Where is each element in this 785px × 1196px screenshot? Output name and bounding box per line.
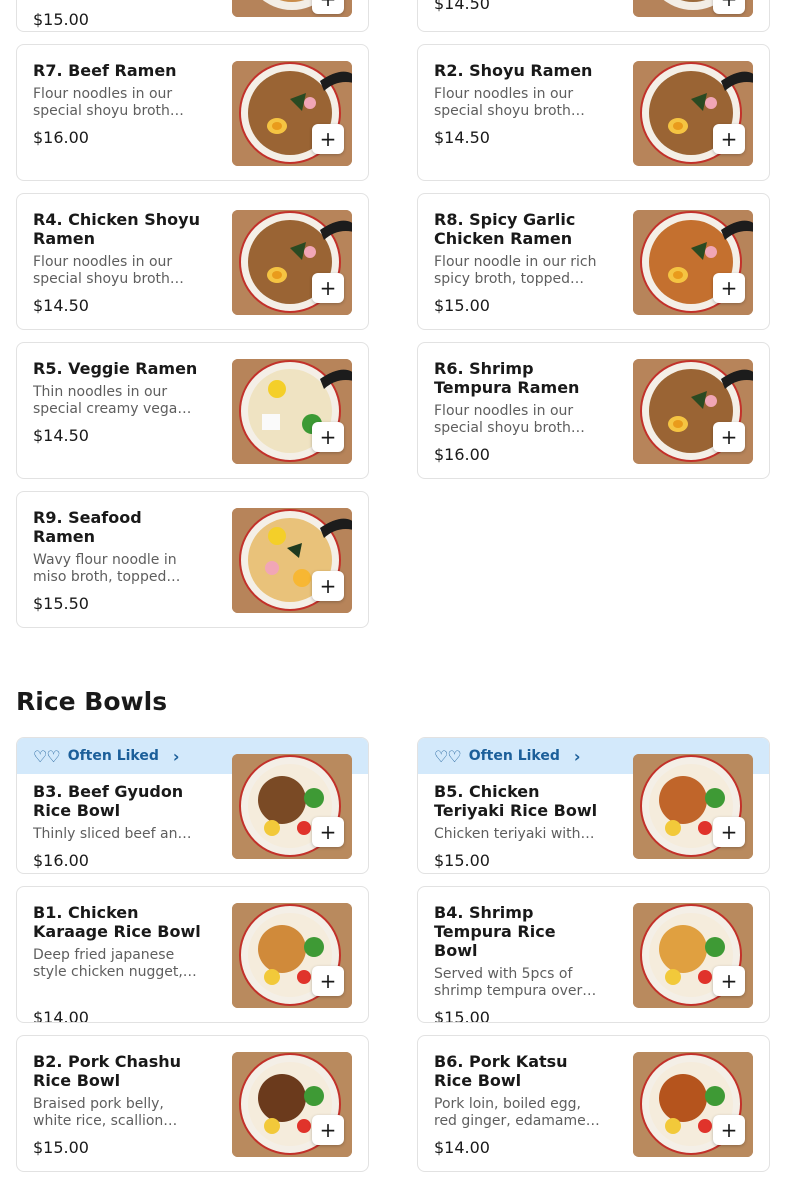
item-description: Wavy flour noodle in miso broth, topped… xyxy=(33,552,181,585)
menu-item-card[interactable]: R5. Veggie Ramen Thin noodles in our spe… xyxy=(16,342,369,479)
add-to-cart-button[interactable]: + xyxy=(312,571,344,601)
menu-item-card[interactable]: B6. Pork Katsu Rice Bowl Pork loin, boil… xyxy=(417,1035,770,1172)
item-description: Flour noodles in our special shoyu broth… xyxy=(33,254,184,287)
item-description: Thin noodles in our special creamy vega… xyxy=(33,384,192,417)
item-price: $16.00 xyxy=(33,128,89,147)
often-liked-label: Often Liked xyxy=(67,748,159,764)
plus-icon: + xyxy=(720,969,738,993)
add-to-cart-button[interactable]: + xyxy=(312,966,344,996)
chevron-right-icon: › xyxy=(573,746,581,766)
add-to-cart-button[interactable]: + xyxy=(312,817,344,847)
item-description: Deep fried japanese style chicken nugget… xyxy=(33,947,197,980)
item-price: $16.00 xyxy=(33,851,89,870)
menu-item-card-partial[interactable]: $14.50 + xyxy=(417,0,770,32)
item-price: $15.00 xyxy=(33,10,89,29)
hearts-icon: ♡♡ xyxy=(434,746,462,766)
chevron-right-icon: › xyxy=(172,746,180,766)
item-title: R6. Shrimp Tempura Ramen xyxy=(434,359,580,397)
item-title: B4. Shrimp Tempura Rice Bowl xyxy=(434,903,556,960)
add-to-cart-button[interactable]: + xyxy=(713,273,745,303)
item-price: $14.50 xyxy=(434,0,490,13)
item-price: $16.00 xyxy=(434,445,490,464)
item-description: Thinly sliced beef an… xyxy=(33,826,192,842)
menu-item-card[interactable]: B4. Shrimp Tempura Rice Bowl Served with… xyxy=(417,886,770,1023)
plus-icon: + xyxy=(720,276,738,300)
plus-icon: + xyxy=(319,425,337,449)
plus-icon: + xyxy=(319,820,337,844)
menu-item-card[interactable]: R4. Chicken Shoyu Ramen Flour noodles in… xyxy=(16,193,369,330)
hearts-icon: ♡♡ xyxy=(33,746,61,766)
item-description: Served with 5pcs of shrimp tempura over… xyxy=(434,966,597,999)
item-description: Braised pork belly, white rice, scallion… xyxy=(33,1096,178,1129)
add-to-cart-button[interactable]: + xyxy=(312,422,344,452)
add-to-cart-button[interactable]: + xyxy=(713,124,745,154)
plus-icon: + xyxy=(720,127,738,151)
plus-icon: + xyxy=(720,425,738,449)
item-price: $14.00 xyxy=(434,1138,490,1157)
item-price: $14.50 xyxy=(33,426,89,445)
item-price: $14.00 xyxy=(33,1008,89,1023)
add-to-cart-button[interactable]: + xyxy=(312,0,344,14)
menu-item-card[interactable]: R6. Shrimp Tempura Ramen Flour noodles i… xyxy=(417,342,770,479)
often-liked-label: Often Liked xyxy=(468,748,560,764)
add-to-cart-button[interactable]: + xyxy=(713,422,745,452)
item-description: Flour noodles in our special shoyu broth… xyxy=(434,86,585,119)
plus-icon: + xyxy=(319,574,337,598)
item-title: B3. Beef Gyudon Rice Bowl xyxy=(33,782,184,820)
add-to-cart-button[interactable]: + xyxy=(312,1115,344,1145)
item-title: R5. Veggie Ramen xyxy=(33,359,198,378)
item-title: R7. Beef Ramen xyxy=(33,61,177,80)
item-title: R4. Chicken Shoyu Ramen xyxy=(33,210,200,248)
menu-item-card[interactable]: R8. Spicy Garlic Chicken Ramen Flour noo… xyxy=(417,193,770,330)
add-to-cart-button[interactable]: + xyxy=(713,1115,745,1145)
item-title: B5. Chicken Teriyaki Rice Bowl xyxy=(434,782,598,820)
plus-icon: + xyxy=(319,969,337,993)
menu-item-card[interactable]: R2. Shoyu Ramen Flour noodles in our spe… xyxy=(417,44,770,181)
menu-item-card[interactable]: R9. Seafood Ramen Wavy flour noodle in m… xyxy=(16,491,369,628)
section-title-rice-bowls: Rice Bowls xyxy=(16,687,168,716)
menu-item-card[interactable]: B2. Pork Chashu Rice Bowl Braised pork b… xyxy=(16,1035,369,1172)
item-price: $15.00 xyxy=(434,851,490,870)
plus-icon: + xyxy=(319,127,337,151)
item-price: $14.50 xyxy=(33,296,89,315)
add-to-cart-button[interactable]: + xyxy=(713,0,745,14)
item-title: B2. Pork Chashu Rice Bowl xyxy=(33,1052,182,1090)
add-to-cart-button[interactable]: + xyxy=(312,273,344,303)
item-description: Flour noodles in our special shoyu broth… xyxy=(434,403,585,436)
plus-icon: + xyxy=(319,1118,337,1142)
item-title: R2. Shoyu Ramen xyxy=(434,61,593,80)
item-price: $15.00 xyxy=(33,1138,89,1157)
add-to-cart-button[interactable]: + xyxy=(713,966,745,996)
item-description: Pork loin, boiled egg, red ginger, edama… xyxy=(434,1096,600,1129)
item-price: $15.50 xyxy=(33,594,89,613)
item-title: B1. Chicken Karaage Rice Bowl xyxy=(33,903,201,941)
menu-item-card[interactable]: R7. Beef Ramen Flour noodles in our spec… xyxy=(16,44,369,181)
item-title: R9. Seafood Ramen xyxy=(33,508,142,546)
menu-item-card-partial[interactable]: $15.00 + xyxy=(16,0,369,32)
plus-icon: + xyxy=(720,820,738,844)
item-price: $15.00 xyxy=(434,1008,490,1023)
item-description: Chicken teriyaki with… xyxy=(434,826,595,842)
item-description: Flour noodle in our rich spicy broth, to… xyxy=(434,254,597,287)
add-to-cart-button[interactable]: + xyxy=(713,817,745,847)
item-title: R8. Spicy Garlic Chicken Ramen xyxy=(434,210,576,248)
plus-icon: + xyxy=(319,276,337,300)
item-title: B6. Pork Katsu Rice Bowl xyxy=(434,1052,568,1090)
menu-item-card[interactable]: ♡♡ Often Liked › B5. Chicken Teriyaki Ri… xyxy=(417,737,770,874)
menu-item-card[interactable]: B1. Chicken Karaage Rice Bowl Deep fried… xyxy=(16,886,369,1023)
item-price: $15.00 xyxy=(434,296,490,315)
add-to-cart-button[interactable]: + xyxy=(312,124,344,154)
item-description: Flour noodles in our special shoyu broth… xyxy=(33,86,184,119)
menu-item-card[interactable]: ♡♡ Often Liked › B3. Beef Gyudon Rice Bo… xyxy=(16,737,369,874)
plus-icon: + xyxy=(720,1118,738,1142)
item-price: $14.50 xyxy=(434,128,490,147)
